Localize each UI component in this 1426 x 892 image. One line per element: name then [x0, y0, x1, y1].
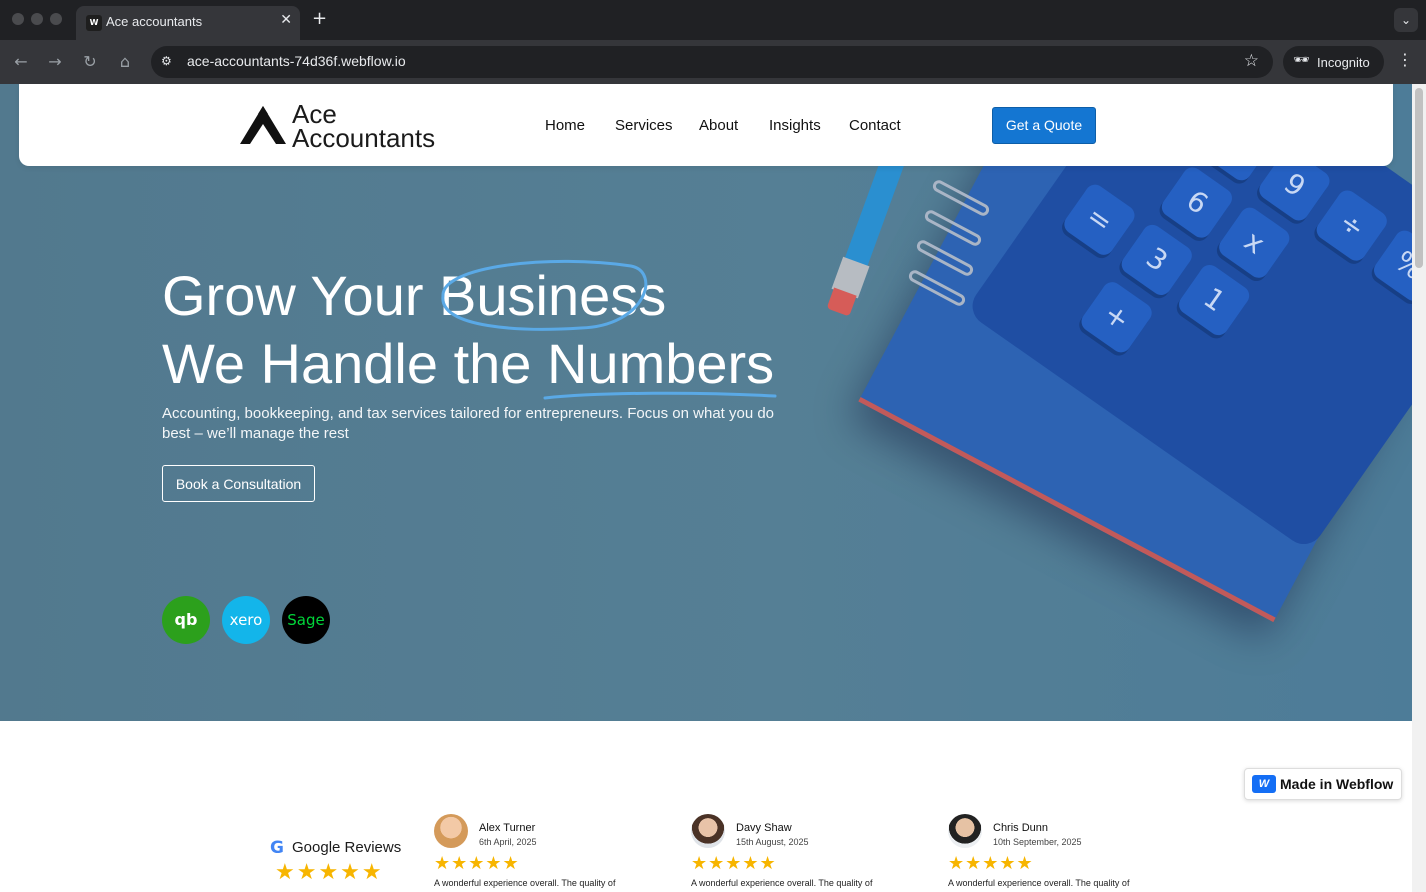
google-g-icon: G	[270, 838, 284, 858]
incognito-indicator[interactable]: 🕶 Incognito	[1283, 46, 1384, 78]
google-rating-stars-icon: ★★★★★	[275, 860, 384, 885]
google-reviews-label: Google Reviews	[292, 839, 402, 856]
tab-title: Ace accountants	[106, 14, 203, 29]
tab-search-icon[interactable]: ⌄	[1394, 8, 1418, 32]
review-stars-icon: ★★★★★	[691, 853, 777, 874]
new-tab-icon[interactable]: +	[312, 8, 327, 29]
webflow-logo-icon: W	[1252, 775, 1276, 793]
made-in-webflow-badge[interactable]: W Made in Webflow	[1244, 768, 1402, 800]
incognito-icon: 🕶	[1293, 53, 1310, 68]
site-logo[interactable]: Ace Accountants	[240, 100, 460, 153]
quickbooks-logo-icon: qb	[162, 596, 210, 644]
window-minimize-dot[interactable]	[31, 13, 43, 25]
highlight-numbers: Numbers	[543, 332, 777, 400]
scribble-circle-icon	[441, 259, 648, 331]
address-bar[interactable]: ⚙ ace-accountants-74d36f.webflow.io ☆	[151, 46, 1273, 78]
hero-section: 00 2 9 ÷ % 6 x = 3 1 + Grow Your Busines…	[0, 84, 1412, 721]
calculator-key: 1	[1175, 261, 1254, 340]
site-info-icon[interactable]: ⚙	[161, 54, 172, 68]
reviewer-name: Chris Dunn	[993, 822, 1049, 834]
back-icon[interactable]: ←	[10, 51, 32, 73]
calculator-key: ÷	[1312, 186, 1391, 265]
hero-heading-highlight: Numbers	[546, 332, 775, 395]
browser-toolbar: ← → ↻ ⌂ ⚙ ace-accountants-74d36f.webflow…	[0, 40, 1426, 84]
reviewer-name: Davy Shaw	[736, 822, 792, 834]
reviewer-avatar	[434, 814, 468, 848]
scribble-underline-icon	[543, 391, 777, 400]
browser-tab-strip: W Ace accountants ✕ + ⌄	[0, 0, 1426, 40]
home-icon[interactable]: ⌂	[114, 51, 136, 73]
hero-heading-line-1: Grow Your Business	[162, 259, 666, 331]
window-zoom-dot[interactable]	[50, 13, 62, 25]
review-text: A wonderful experience overall. The qual…	[434, 878, 616, 888]
hero-subtitle: Accounting, bookkeeping, and tax service…	[162, 405, 775, 442]
review-text: A wonderful experience overall. The qual…	[948, 878, 1130, 888]
page-scrollbar[interactable]	[1412, 84, 1426, 892]
hero-heading-text: Grow Your	[162, 264, 440, 327]
tab-close-icon[interactable]: ✕	[280, 12, 292, 28]
nav-link-insights[interactable]: Insights	[769, 117, 821, 134]
calculator-key: 3	[1117, 220, 1196, 299]
page-viewport: 00 2 9 ÷ % 6 x = 3 1 + Grow Your Busines…	[0, 84, 1412, 892]
review-date: 10th September, 2025	[993, 837, 1082, 847]
calculator-key: =	[1060, 180, 1139, 259]
incognito-label: Incognito	[1317, 55, 1370, 70]
review-date: 15th August, 2025	[736, 837, 809, 847]
nav-link-services[interactable]: Services	[615, 117, 673, 134]
browser-tab[interactable]: W Ace accountants ✕	[76, 6, 300, 40]
reviewer-avatar	[691, 814, 725, 848]
xero-logo-icon: xero	[222, 596, 270, 644]
calculator-key: +	[1077, 278, 1156, 357]
review-text: A wonderful experience overall. The qual…	[691, 878, 873, 888]
url-text[interactable]: ace-accountants-74d36f.webflow.io	[187, 53, 406, 69]
hero-heading-line-2: We Handle the Numbers	[162, 332, 777, 400]
sage-logo-icon: Sage	[282, 596, 330, 644]
site-navbar: Ace Accountants Home Services About Insi…	[19, 84, 1393, 166]
nav-link-about[interactable]: About	[699, 117, 738, 134]
review-date: 6th April, 2025	[479, 837, 537, 847]
webflow-favicon-icon: W	[86, 15, 102, 31]
reviewer-name: Alex Turner	[479, 822, 536, 834]
reviews-section: G Google Reviews ★★★★★ Alex Turner 6th A…	[0, 721, 1412, 892]
ace-logo-icon	[240, 106, 286, 144]
nav-link-contact[interactable]: Contact	[849, 117, 901, 134]
calculator-key: 6	[1157, 163, 1236, 242]
browser-menu-icon[interactable]: ⋮	[1397, 50, 1413, 69]
review-stars-icon: ★★★★★	[948, 853, 1034, 874]
book-consultation-button[interactable]: Book a Consultation	[162, 465, 315, 502]
bookmark-star-icon[interactable]: ☆	[1244, 51, 1259, 71]
review-stars-icon: ★★★★★	[434, 853, 520, 874]
scrollbar-thumb[interactable]	[1415, 88, 1423, 268]
reviewer-avatar	[948, 814, 982, 848]
window-close-dot[interactable]	[12, 13, 24, 25]
hero-heading-text: We Handle the	[162, 332, 547, 395]
forward-icon[interactable]: →	[44, 51, 66, 73]
nav-link-home[interactable]: Home	[545, 117, 585, 134]
get-a-quote-button[interactable]: Get a Quote	[992, 107, 1096, 144]
highlight-business: Business	[439, 259, 666, 331]
reload-icon[interactable]: ↻	[79, 51, 101, 73]
logo-text-line-2: Accountants	[292, 123, 436, 153]
webflow-badge-label: Made in Webflow	[1280, 776, 1394, 792]
calculator-key: x	[1215, 203, 1294, 282]
